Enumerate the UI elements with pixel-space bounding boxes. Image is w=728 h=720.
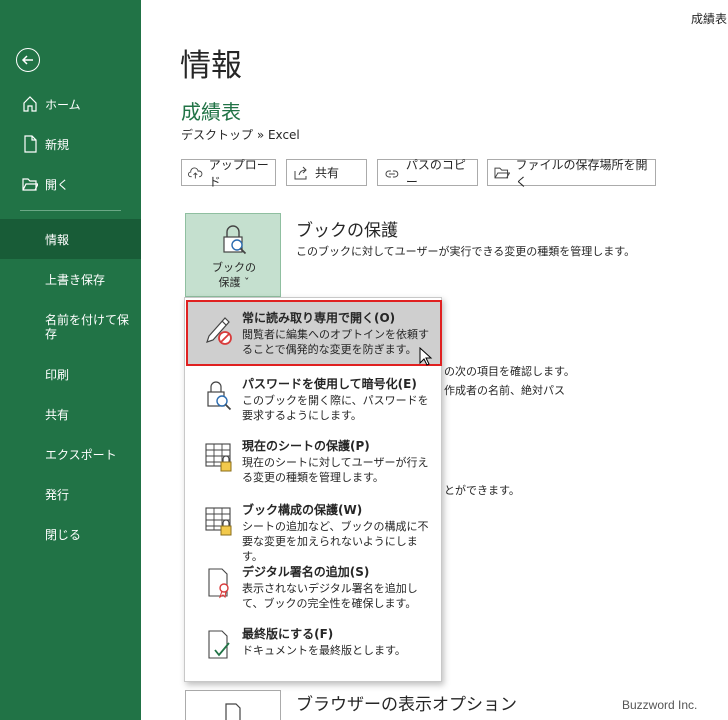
workbook-lock-icon (205, 507, 232, 536)
sidebar-item-label: 発行 (45, 487, 70, 502)
sidebar-item-publish[interactable]: 発行 (0, 474, 141, 514)
protect-workbook-button[interactable]: ブックの 保護 ˇ (185, 213, 281, 297)
share-label: 共有 (315, 166, 340, 180)
menu-item-always-open-read-only[interactable]: 常に読み取り専用で開く(O) 閲覧者に編集へのオプトインを依頼することで偶発的な… (186, 300, 442, 366)
browser-view-heading: ブラウザーの表示オプション (296, 695, 517, 715)
sidebar-item-open[interactable]: 開く (0, 164, 141, 204)
inspect-partial-text-2: 作成者の名前、絶対パス (444, 384, 565, 397)
menu-item-title: パスワードを使用して暗号化(E) (242, 377, 417, 391)
lock-magnifier-icon (223, 225, 247, 255)
share-icon (294, 166, 307, 179)
document-checkmark-icon (208, 630, 230, 659)
menu-item-mark-as-final[interactable]: 最終版にする(F) ドキュメントを最終版とします。 (187, 618, 441, 680)
menu-item-protect-workbook-structure[interactable]: ブック構成の保護(W) シートの追加など、ブックの構成に不要な変更を加えられない… (187, 494, 441, 563)
menu-item-title: ブック構成の保護(W) (242, 503, 363, 517)
menu-item-description: 閲覧者に編集へのオプトインを依頼することで偶発的な変更を防ぎます。 (242, 328, 429, 356)
menu-item-title: 常に読み取り専用で開く(O) (242, 311, 396, 325)
new-document-icon (22, 135, 38, 153)
protect-description: このブックに対してユーザーが実行できる変更の種類を管理します。 (296, 245, 636, 258)
browser-view-options-button[interactable] (185, 690, 281, 720)
menu-item-description: 現在のシートに対してユーザーが行える変更の種類を管理します。 (242, 456, 429, 484)
document-icon (225, 703, 241, 720)
sidebar-item-share[interactable]: 共有 (0, 394, 141, 434)
sidebar-item-home[interactable]: ホーム (0, 84, 141, 124)
upload-label: アップロード (208, 157, 269, 189)
protect-heading: ブックの保護 (296, 221, 398, 241)
lock-magnifier-icon (207, 381, 232, 411)
sidebar-item-label: 情報 (45, 232, 70, 247)
menu-item-title: デジタル署名の追加(S) (242, 565, 370, 579)
menu-item-title: 現在のシートの保護(P) (242, 439, 370, 453)
sidebar-item-export[interactable]: エクスポート (0, 434, 141, 474)
pencil-prohibited-icon (206, 317, 232, 345)
protect-tile-label-line1: ブックの (212, 261, 256, 274)
sidebar-item-label: 上書き保存 (45, 272, 106, 287)
menu-item-description: このブックを開く際に、パスワードを要求するようにします。 (242, 394, 429, 422)
copy-path-label: パスのコピー (405, 157, 466, 189)
sidebar-item-label: 開く (45, 177, 70, 192)
protect-tile-label-line2: 保護 ˇ (218, 276, 250, 289)
mouse-pointer-icon (419, 347, 433, 366)
menu-item-protect-current-sheet[interactable]: 現在のシートの保護(P) 現在のシートに対してユーザーが行える変更の種類を管理し… (187, 430, 441, 492)
sidebar-item-label: ホーム (45, 97, 81, 112)
sidebar-divider (20, 210, 121, 211)
menu-item-add-digital-signature[interactable]: デジタル署名の追加(S) 表示されないデジタル署名を追加して、ブックの完全性を確… (187, 556, 441, 618)
link-icon (385, 170, 399, 177)
sidebar-item-print[interactable]: 印刷 (0, 354, 141, 394)
sidebar-item-label: 印刷 (45, 367, 70, 382)
sidebar-item-label: 新規 (45, 137, 70, 152)
menu-item-description: 表示されないデジタル署名を追加して、ブックの完全性を確保します。 (242, 582, 418, 610)
versions-partial-text: とができます。 (444, 484, 520, 497)
menu-item-title: 最終版にする(F) (242, 627, 334, 641)
sidebar-item-close[interactable]: 閉じる (0, 514, 141, 554)
sheet-lock-icon (205, 443, 232, 472)
upload-button[interactable]: アップロード (181, 158, 276, 189)
file-path: デスクトップ » Excel (181, 128, 300, 142)
home-icon (22, 95, 38, 113)
inspect-partial-text: の次の項目を確認します。 (444, 365, 575, 378)
folder-open-icon (22, 175, 39, 193)
backstage-sidebar: ホーム 新規 開く 情報 上書き保存 名前を付けて保存 印刷 共有 エクスポート… (0, 0, 141, 720)
share-button[interactable]: 共有 (286, 159, 367, 186)
protect-workbook-menu: 常に読み取り専用で開く(O) 閲覧者に編集へのオプトインを依頼することで偶発的な… (184, 297, 442, 682)
open-file-location-button[interactable]: ファイルの保存場所を開く (487, 158, 656, 189)
sidebar-item-save-as[interactable]: 名前を付けて保存 (0, 301, 141, 353)
copy-path-button[interactable]: パスのコピー (377, 158, 478, 189)
cloud-upload-icon (188, 166, 203, 179)
menu-item-encrypt-with-password[interactable]: パスワードを使用して暗号化(E) このブックを開く際に、パスワードを要求するよう… (187, 368, 441, 430)
window-title: 成績表... (691, 12, 728, 26)
sidebar-item-label: 共有 (45, 407, 70, 422)
page-title: 情報 (180, 48, 242, 84)
watermark: Buzzword Inc. (622, 698, 698, 712)
sidebar-item-save[interactable]: 上書き保存 (0, 259, 141, 299)
sidebar-item-label: エクスポート (45, 447, 117, 462)
folder-open-icon (494, 167, 510, 178)
sidebar-item-label: 名前を付けて保存 (45, 313, 130, 341)
file-name: 成績表 (181, 100, 241, 124)
back-arrow-icon[interactable] (16, 48, 40, 72)
certificate-ribbon-icon (208, 568, 229, 599)
sidebar-item-new[interactable]: 新規 (0, 124, 141, 164)
sidebar-item-info[interactable]: 情報 (0, 219, 141, 259)
open-file-location-label: ファイルの保存場所を開く (515, 157, 648, 189)
menu-item-description: ドキュメントを最終版とします。 (242, 644, 406, 657)
sidebar-item-label: 閉じる (45, 527, 82, 542)
